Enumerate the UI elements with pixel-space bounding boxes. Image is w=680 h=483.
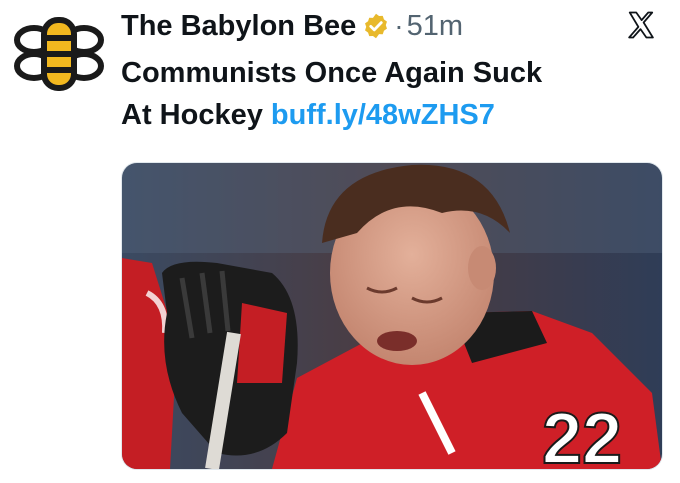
jersey-number: 22: [542, 399, 622, 469]
tweet-header: The Babylon Bee · 51m: [121, 6, 660, 46]
timestamp[interactable]: 51m: [407, 10, 463, 43]
tweet-link[interactable]: buff.ly/48wZHS7: [271, 99, 495, 131]
tweet-text-line: Communists Once Again Suck: [121, 57, 543, 89]
avatar[interactable]: [14, 14, 104, 94]
tweet-text-line-2: At Hockey buff.ly/48wZHS7: [121, 94, 661, 136]
tweet-text: Communists Once Again Suck At Hockey buf…: [121, 52, 661, 136]
bee-logo-icon: [14, 17, 104, 91]
tweet-text-line: At Hockey: [121, 99, 263, 131]
x-logo-icon[interactable]: [626, 10, 656, 40]
time-separator: ·: [394, 10, 404, 41]
verified-badge-icon[interactable]: [362, 12, 390, 40]
tweet-image[interactable]: 22: [121, 162, 663, 470]
hockey-player-photo: 22: [122, 163, 662, 469]
author-name[interactable]: The Babylon Bee: [121, 10, 356, 43]
